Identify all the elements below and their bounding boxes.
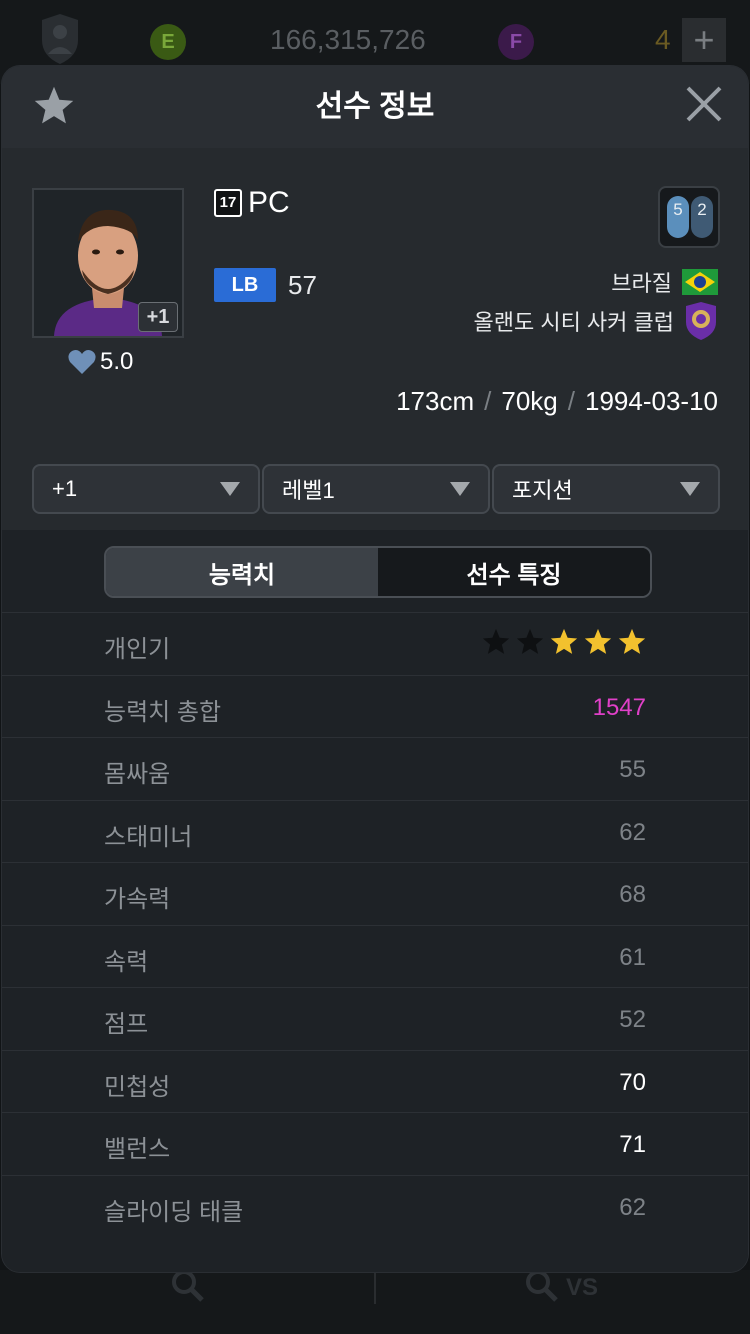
stat-row-skill-moves: 개인기	[2, 612, 748, 675]
stat-label: 슬라이딩 태클	[104, 1198, 244, 1226]
stat-value: 68	[619, 881, 646, 908]
manager-avatar-icon[interactable]	[38, 14, 82, 64]
stat-value: 61	[619, 943, 646, 971]
vs-label: VS	[566, 1274, 599, 1301]
stat-value: 62	[619, 1193, 646, 1221]
dropdown-label: 레벨1	[282, 478, 335, 503]
stat-label: 가속력	[104, 886, 171, 913]
rating-value: 5.0	[100, 348, 134, 375]
dropdown-label: +1	[52, 476, 78, 501]
search-vs-button[interactable]: VS	[522, 1272, 598, 1304]
stat-row: 민첩성 70	[2, 1049, 748, 1113]
player-birthdate: 1994-03-10	[585, 386, 718, 416]
position-dropdown[interactable]: 포지션	[492, 464, 720, 514]
stat-row: 가속력 68	[2, 862, 748, 925]
chevron-down-icon	[680, 482, 700, 496]
stat-value: 52	[619, 1006, 646, 1033]
stats-section: 능력치 선수 특징 개인기 능력치 총합 1547 몸싸움 55 스태미너 62…	[2, 530, 748, 1272]
position-row: LB 57	[214, 268, 317, 302]
bio-separator: /	[567, 386, 575, 416]
player-info-modal: 선수 정보 +1 5.0 17 PC LB 57 5 2 브라질 올랜도 시티 …	[2, 66, 748, 1272]
stat-list: 개인기 능력치 총합 1547 몸싸움 55 스태미너 62 가속력 68 속력	[2, 612, 748, 1237]
stat-value: 62	[619, 818, 646, 846]
tab-traits[interactable]: 선수 특징	[378, 548, 650, 596]
player-info-section: +1 5.0 17 PC LB 57 5 2 브라질 올랜도 시티 사커 클럽 …	[2, 148, 748, 444]
tab-stats[interactable]: 능력치	[106, 548, 378, 596]
stat-value: 70	[619, 1068, 646, 1096]
stat-row: 점프 52	[2, 987, 748, 1050]
stat-value: 71	[619, 1131, 646, 1158]
close-icon[interactable]	[684, 84, 724, 124]
e-currency-icon: E	[150, 24, 186, 60]
season-label: PC	[248, 186, 290, 219]
modal-title: 선수 정보	[315, 90, 435, 123]
money-amount: 166,315,726	[270, 24, 426, 55]
preferred-foot-icon: 5 2	[658, 186, 720, 248]
stat-label: 능력치 총합	[104, 698, 222, 726]
search-vs-icon	[526, 1272, 558, 1302]
stat-row-total: 능력치 총합 1547	[2, 674, 748, 738]
stat-label: 밸런스	[104, 1136, 171, 1163]
star-filled-icon	[550, 628, 578, 654]
player-portrait: +1	[32, 188, 184, 338]
chevron-down-icon	[220, 482, 240, 496]
nav-divider	[374, 1270, 376, 1304]
tab-bar: 능력치 선수 특징	[104, 546, 652, 598]
level-dropdown[interactable]: 레벨1	[262, 464, 490, 514]
stat-total-value: 1547	[592, 693, 646, 721]
stat-value: 55	[619, 756, 646, 783]
stat-row: 슬라이딩 태클 62	[2, 1174, 748, 1238]
club-name: 올랜도 시티 사커 클럽	[473, 310, 675, 335]
position-badge: LB	[214, 268, 276, 302]
player-height: 173cm	[396, 386, 475, 416]
season-row: 17 PC	[214, 186, 290, 220]
star-empty-icon	[516, 628, 544, 654]
bio-separator: /	[484, 386, 492, 416]
club-row: 올랜도 시티 사커 클럽	[474, 302, 719, 340]
right-foot-value: 2	[697, 200, 707, 219]
player-rating: 5.0	[68, 348, 133, 376]
upgrade-badge: +1	[138, 302, 178, 332]
chevron-down-icon	[450, 482, 470, 496]
season-badge: 17	[214, 189, 242, 217]
search-icon[interactable]	[168, 1272, 208, 1304]
stat-row: 스태미너 62	[2, 799, 748, 863]
dropdown-label: 포지션	[512, 478, 573, 503]
option-dropdowns: +1 레벨1 포지션	[2, 444, 748, 530]
upgrade-dropdown[interactable]: +1	[32, 464, 260, 514]
f-currency-icon: F	[498, 24, 534, 60]
stat-label: 점프	[104, 1011, 149, 1038]
player-bio: 173cm / 70kg / 1994-03-10	[396, 386, 718, 417]
star-filled-icon	[584, 628, 612, 654]
add-currency-button[interactable]: +	[682, 18, 726, 62]
brazil-flag-icon	[682, 269, 718, 295]
star-filled-icon	[618, 628, 646, 654]
stat-row: 몸싸움 55	[2, 737, 748, 800]
stat-label: 개인기	[104, 636, 171, 663]
f-currency-count: 4	[655, 24, 671, 55]
star-empty-icon	[482, 628, 510, 654]
position-ovr: 57	[288, 269, 317, 300]
bottom-nav: VS	[0, 1270, 750, 1334]
stat-row: 속력 61	[2, 924, 748, 988]
nation-row: 브라질	[611, 266, 718, 298]
stat-label: 민첩성	[104, 1073, 171, 1101]
player-weight: 70kg	[501, 386, 558, 416]
stat-label: 스태미너	[104, 823, 193, 851]
stat-label: 속력	[104, 948, 149, 976]
stat-row: 밸런스 71	[2, 1112, 748, 1175]
stat-label: 몸싸움	[104, 761, 171, 788]
modal-header: 선수 정보	[2, 66, 748, 148]
left-foot-value: 5	[673, 200, 683, 219]
heart-icon	[68, 350, 96, 374]
club-crest-icon	[686, 302, 716, 340]
nation-name: 브라질	[611, 271, 672, 296]
skill-stars	[480, 627, 648, 657]
